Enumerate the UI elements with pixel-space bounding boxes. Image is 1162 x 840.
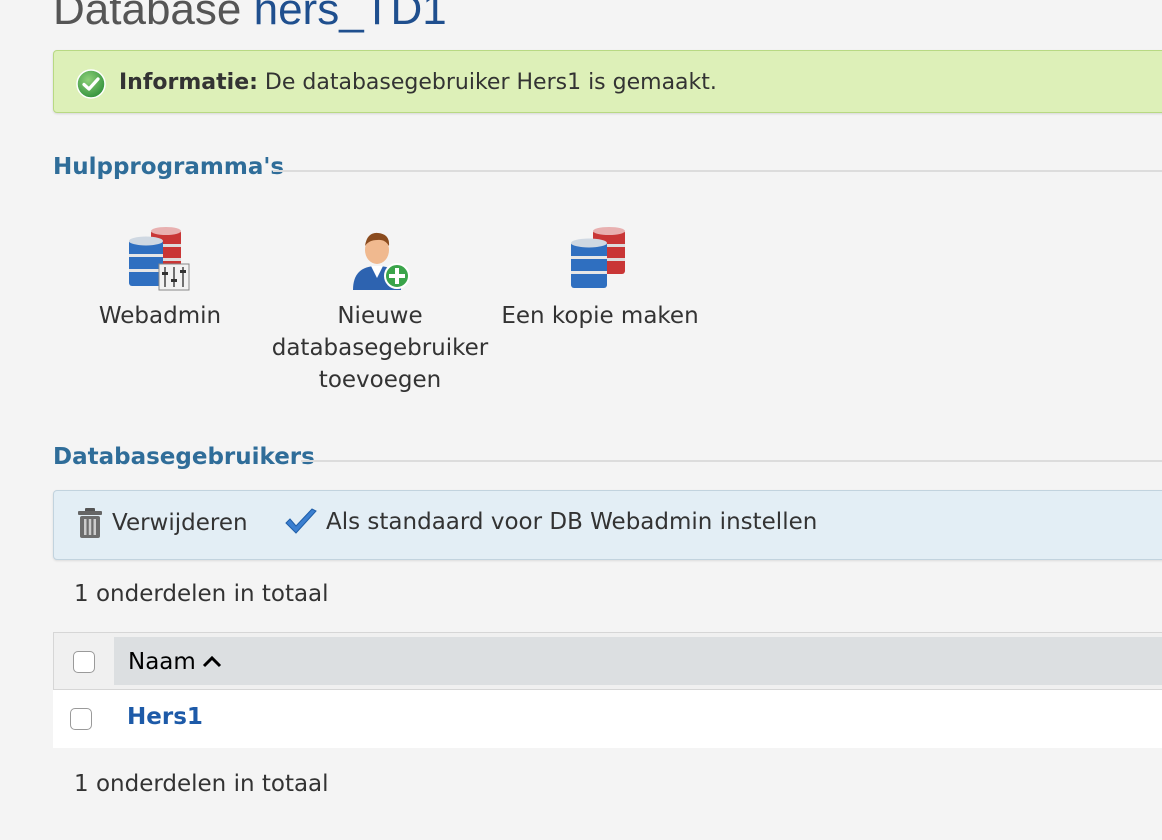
select-all-checkbox[interactable] [73,651,95,673]
database-copy-icon [571,227,625,288]
tool-add-user[interactable]: Nieuwe databasegebruiker toevoegen [270,226,490,396]
trash-icon [78,508,102,538]
info-text: De databasegebruiker Hers1 is gemaakt. [257,70,717,95]
database-settings-icon [129,227,190,291]
sort-ascending-icon [202,656,222,668]
section-divider [273,170,1162,172]
section-divider [301,460,1162,462]
page-title-prefix: Database [53,0,242,34]
tool-copy-label: Een kopie maken [501,303,699,329]
tool-copy-database[interactable]: Een kopie maken [498,226,702,332]
users-table: Naam Hers1 [53,632,1162,748]
check-circle-icon [76,69,106,99]
users-section-header: Databasegebruikers [53,444,1162,474]
tool-webadmin-label: Webadmin [98,303,222,329]
info-message: Informatie: De databasegebruiker Hers1 i… [53,50,1162,113]
delete-button[interactable]: Verwijderen [76,507,248,539]
tool-webadmin[interactable]: Webadmin [96,226,224,332]
database-name: hers_TD1 [253,0,447,34]
column-header-label: Naam [128,649,196,675]
user-link[interactable]: Hers1 [127,704,203,730]
column-header-naam[interactable]: Naam [114,637,1162,685]
tools-section-header: Hulpprogramma's [53,154,1162,184]
add-user-icon [353,232,410,290]
tool-add-user-label-line1: Nieuwe [337,303,423,329]
item-count-bottom: 1 onderdelen in totaal [74,771,329,797]
page-title: Database hers_TD1 [53,0,447,38]
item-count-top: 1 onderdelen in totaal [74,581,329,607]
info-label: Informatie: [119,70,258,95]
set-default-button[interactable]: Als standaard voor DB Webadmin instellen [284,507,817,537]
users-section-heading: Databasegebruikers [53,444,325,470]
checkmark-icon [285,508,317,534]
table-row: Hers1 [53,690,1162,748]
users-toolbar: Verwijderen Als standaard voor DB Webadm… [53,490,1162,560]
row-checkbox[interactable] [70,708,92,730]
table-header: Naam [53,632,1162,690]
delete-button-label: Verwijderen [112,510,248,536]
set-default-button-label: Als standaard voor DB Webadmin instellen [326,509,818,535]
tool-add-user-label-line2: databasegebruiker [271,335,489,361]
tool-add-user-label-line3: toevoegen [318,367,442,393]
tools-section-heading: Hulpprogramma's [53,154,295,180]
